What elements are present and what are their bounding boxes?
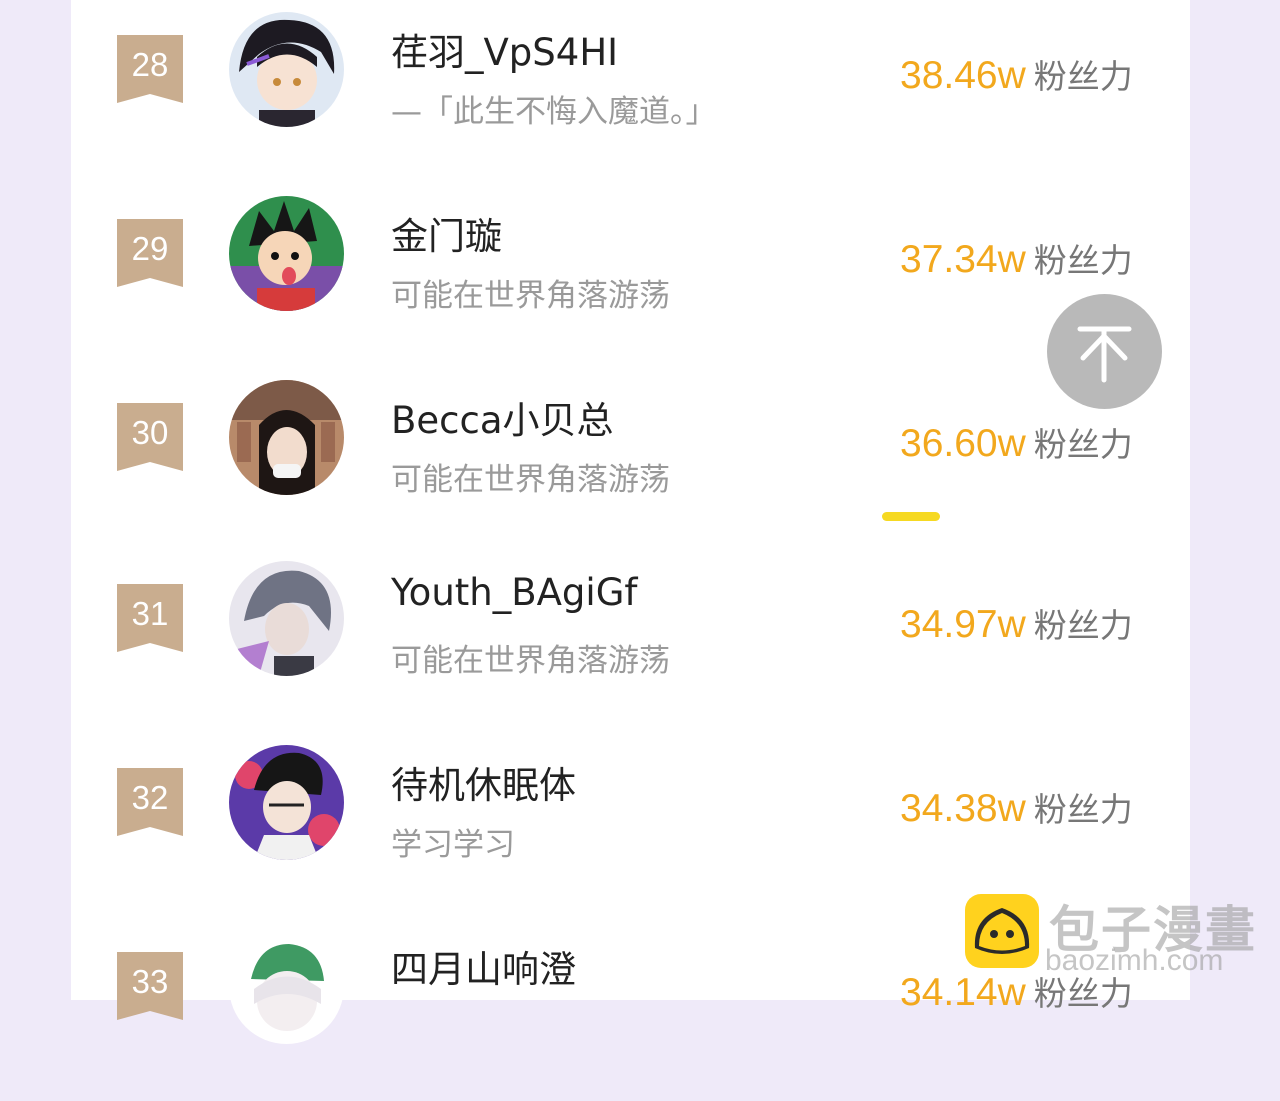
back-to-top-button[interactable] <box>1047 294 1162 409</box>
arrow-up-icon <box>1077 326 1132 383</box>
fan-power: 36.60w 粉丝力 <box>900 418 1133 466</box>
avatar-image <box>229 561 344 676</box>
avatar[interactable] <box>229 745 344 860</box>
user-name[interactable]: 待机休眠体 <box>391 755 576 809</box>
rank-badge: 28 <box>117 35 183 103</box>
user-signature: 学习学习 <box>391 827 515 863</box>
fan-power: 37.34w 粉丝力 <box>900 234 1133 282</box>
ranking-list: 28 荏羽_VpS4HI —「此生不悔入魔道。」 38.46w 粉丝力 29 金… <box>71 0 1190 1044</box>
fan-power: 34.97w 粉丝力 <box>900 599 1133 647</box>
list-item[interactable]: 30 Becca小贝总 可能在世界角落游荡 36.60w 粉丝力 <box>71 368 1190 552</box>
avatar[interactable] <box>229 929 344 1044</box>
user-signature: —「此生不悔入魔道。」 <box>391 94 717 130</box>
rank-number: 31 <box>131 595 169 632</box>
avatar-image <box>229 745 344 860</box>
fan-power-label: 粉丝力 <box>1033 57 1133 96</box>
rank-number: 28 <box>131 46 169 83</box>
rank-badge: 30 <box>117 403 183 471</box>
rank-number: 29 <box>131 230 169 267</box>
scroll-indicator <box>882 512 940 521</box>
user-signature: 可能在世界角落游荡 <box>391 643 670 679</box>
bun-logo-icon <box>965 894 1039 968</box>
fan-power-label: 粉丝力 <box>1033 241 1133 280</box>
rank-badge: 31 <box>117 584 183 652</box>
avatar[interactable] <box>229 561 344 676</box>
rank-badge: 32 <box>117 768 183 836</box>
fan-power-value: 34.38w <box>900 787 1026 830</box>
rank-badge: 33 <box>117 952 183 1020</box>
rank-number: 33 <box>131 963 169 1000</box>
rank-badge: 29 <box>117 219 183 287</box>
user-signature: 可能在世界角落游荡 <box>391 278 670 314</box>
avatar-image <box>229 380 344 495</box>
list-item[interactable]: 32 待机休眠体 学习学习 34.38w 粉丝力 <box>71 733 1190 917</box>
fan-power: 38.46w 粉丝力 <box>900 50 1133 98</box>
fan-power-label: 粉丝力 <box>1033 606 1133 645</box>
fan-power-value: 34.97w <box>900 603 1026 646</box>
user-signature: 可能在世界角落游荡 <box>391 462 670 498</box>
rank-number: 30 <box>131 414 169 451</box>
user-name[interactable]: Becca小贝总 <box>391 390 614 444</box>
user-name[interactable]: 金门璇 <box>391 206 502 260</box>
watermark: 包子漫畫 baozimh.com <box>965 892 1265 982</box>
avatar-image <box>229 929 344 1044</box>
user-name[interactable]: 四月山响澄 <box>391 939 576 993</box>
avatar[interactable] <box>229 380 344 495</box>
fan-power-value: 38.46w <box>900 54 1026 97</box>
list-item[interactable]: 31 Youth_BAgiGf 可能在世界角落游荡 34.97w 粉丝力 <box>71 549 1190 733</box>
watermark-url: baozimh.com <box>1045 944 1224 977</box>
avatar-image <box>229 12 344 127</box>
user-name[interactable]: 荏羽_VpS4HI <box>391 22 618 76</box>
list-item[interactable]: 28 荏羽_VpS4HI —「此生不悔入魔道。」 38.46w 粉丝力 <box>71 0 1190 184</box>
avatar[interactable] <box>229 196 344 311</box>
fan-power-value: 36.60w <box>900 422 1026 465</box>
avatar-image <box>229 196 344 311</box>
rank-number: 32 <box>131 779 169 816</box>
user-name[interactable]: Youth_BAgiGf <box>391 571 637 614</box>
fan-power: 34.38w 粉丝力 <box>900 783 1133 831</box>
fan-power-label: 粉丝力 <box>1033 790 1133 829</box>
avatar[interactable] <box>229 12 344 127</box>
list-item[interactable]: 29 金门璇 可能在世界角落游荡 37.34w 粉丝力 <box>71 184 1190 368</box>
fan-power-label: 粉丝力 <box>1033 425 1133 464</box>
fan-power-value: 37.34w <box>900 238 1026 281</box>
